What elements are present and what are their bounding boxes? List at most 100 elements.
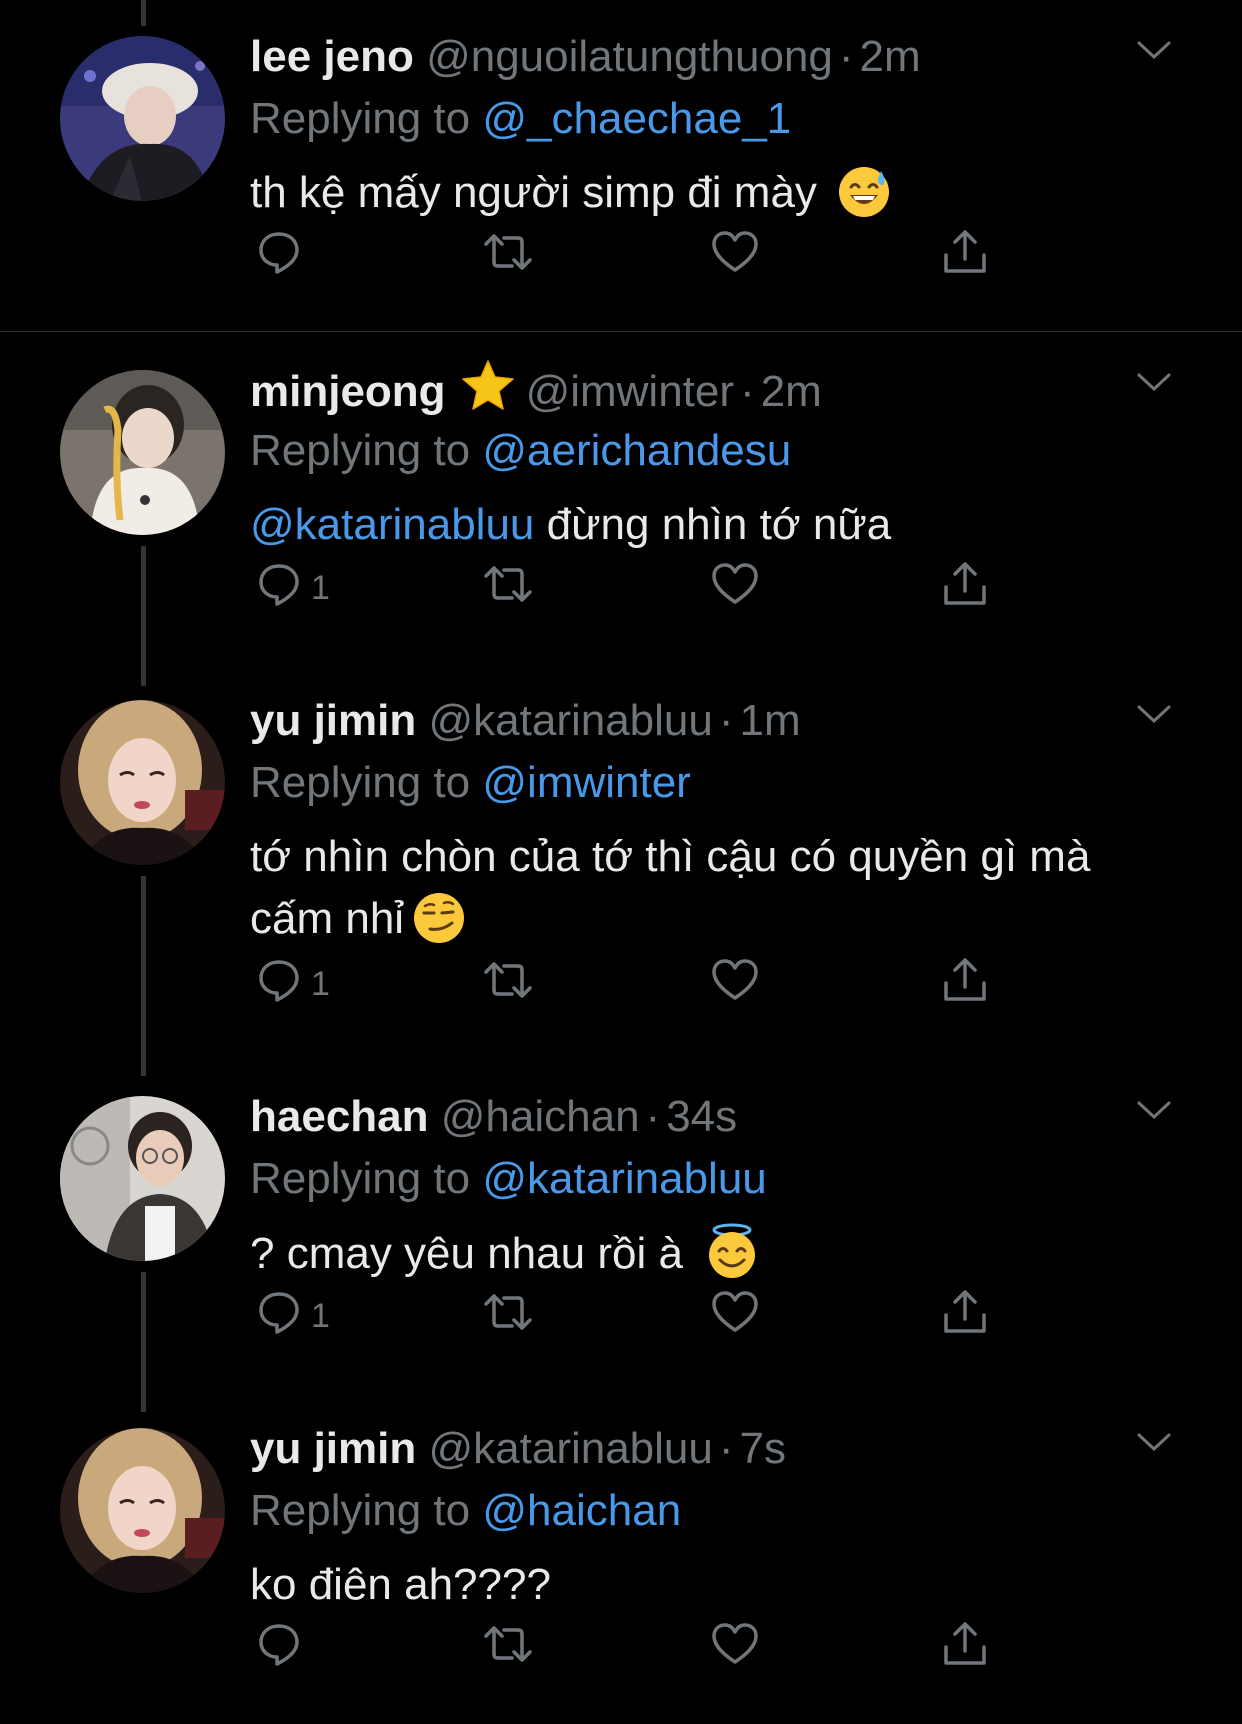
text-mention[interactable]: @katarinabluu: [250, 500, 534, 549]
replying-to: Replying to @aerichandesu: [250, 420, 1182, 482]
timestamp[interactable]: 7s: [740, 1424, 786, 1473]
like-button[interactable]: [710, 1286, 760, 1346]
replying-to: Replying to @katarinabluu: [250, 1148, 1182, 1210]
like-button[interactable]: [710, 1618, 760, 1678]
display-name[interactable]: minjeong: [250, 367, 446, 416]
share-icon: [940, 1619, 990, 1678]
star-badge-icon: [460, 358, 516, 429]
share-icon: [940, 1287, 990, 1346]
like-icon: [710, 560, 760, 617]
user-handle[interactable]: @katarinabluu: [428, 1424, 712, 1473]
retweet-button[interactable]: [480, 226, 536, 286]
share-button[interactable]: [940, 954, 990, 1014]
tweet-actions: [250, 1618, 1010, 1678]
tweet-text: ko điên ah????: [250, 1554, 1182, 1616]
replying-to-label: Replying to: [250, 1486, 471, 1535]
like-icon: [710, 956, 760, 1013]
tweet-actions: 1: [250, 558, 1010, 618]
replying-to-mention[interactable]: @katarinabluu: [482, 1154, 766, 1203]
tweet-text-body: ko điên ah????: [250, 1560, 551, 1609]
display-name[interactable]: lee jeno: [250, 32, 414, 81]
replying-to-mention[interactable]: @aerichandesu: [482, 426, 791, 475]
retweet-button[interactable]: [480, 1286, 536, 1346]
tweet-text-line-2-body: cấm nhỉ: [250, 894, 405, 943]
reply-button[interactable]: 1: [255, 1286, 330, 1346]
reply-button[interactable]: [255, 1618, 311, 1678]
retweet-icon: [480, 560, 536, 617]
display-name[interactable]: haechan: [250, 1092, 429, 1141]
retweet-icon: [480, 1288, 536, 1345]
share-icon: [940, 955, 990, 1014]
separator-dot: ·: [718, 696, 734, 745]
retweet-icon: [480, 1620, 536, 1677]
tweet-actions: 1: [250, 1286, 1010, 1346]
reply-count: 1: [311, 964, 330, 1003]
reply-button[interactable]: 1: [255, 954, 330, 1014]
reply-button[interactable]: 1: [255, 558, 330, 618]
retweet-button[interactable]: [480, 954, 536, 1014]
retweet-icon: [480, 956, 536, 1013]
timestamp[interactable]: 34s: [666, 1092, 737, 1141]
separator-dot: ·: [740, 367, 755, 416]
reply-icon: [255, 1620, 303, 1677]
chevron-down-icon[interactable]: [1136, 1100, 1172, 1127]
reply-count: 1: [311, 1296, 330, 1335]
separator-dot: ·: [718, 1424, 734, 1473]
like-icon: [710, 1620, 760, 1677]
reply-count: 1: [311, 568, 330, 607]
share-icon: [940, 559, 990, 618]
chevron-down-icon[interactable]: [1136, 40, 1172, 67]
chevron-down-icon[interactable]: [1136, 372, 1172, 399]
tweet-text: tớ nhìn chòn của tớ thì cậu có quyền gì …: [250, 826, 1182, 962]
timestamp[interactable]: 2m: [761, 367, 822, 416]
user-handle[interactable]: @imwinter: [526, 367, 734, 416]
tweet-header: yu jimin @katarinabluu · 7s: [250, 1418, 1182, 1480]
like-button[interactable]: [710, 954, 760, 1014]
share-button[interactable]: [940, 226, 990, 286]
tweet-text-body: đừng nhìn tớ nữa: [534, 500, 892, 549]
timestamp[interactable]: 1m: [740, 696, 801, 745]
avatar[interactable]: [60, 1428, 225, 1593]
like-button[interactable]: [710, 558, 760, 618]
user-handle[interactable]: @haichan: [441, 1092, 640, 1141]
avatar[interactable]: [60, 36, 225, 201]
user-handle[interactable]: @nguoilatungthuong: [426, 32, 833, 81]
retweet-button[interactable]: [480, 558, 536, 618]
tweet[interactable]: yu jimin @katarinabluu · 1m Replying to @i…: [0, 690, 1242, 1050]
avatar[interactable]: [60, 700, 225, 865]
tweet[interactable]: lee jeno @nguoilatungthuong · 2m Replying …: [0, 26, 1242, 326]
tweet[interactable]: minjeong @imwinter · 2m Replying to @aeric…: [0, 358, 1242, 658]
reply-icon: [255, 560, 303, 617]
tweet-text-line-1: tớ nhìn chòn của tớ thì cậu có quyền gì …: [250, 832, 1091, 881]
share-button[interactable]: [940, 558, 990, 618]
reply-button[interactable]: [255, 226, 311, 286]
share-button[interactable]: [940, 1618, 990, 1678]
avatar[interactable]: [60, 370, 225, 535]
retweet-button[interactable]: [480, 1618, 536, 1678]
tweet[interactable]: haechan @haichan · 34s Replying to @katari…: [0, 1086, 1242, 1386]
tweet-text-body: th kệ mấy người simp đi mày: [250, 168, 817, 217]
reply-icon: [255, 1288, 303, 1345]
chevron-down-icon[interactable]: [1136, 704, 1172, 731]
like-button[interactable]: [710, 226, 760, 286]
timestamp[interactable]: 2m: [860, 32, 921, 81]
tweet-text: th kệ mấy người simp đi mày: [250, 162, 1182, 236]
user-handle[interactable]: @katarinabluu: [428, 696, 712, 745]
display-name[interactable]: yu jimin: [250, 696, 416, 745]
replying-to-mention[interactable]: @imwinter: [482, 758, 690, 807]
avatar[interactable]: [60, 1096, 225, 1261]
replying-to-mention[interactable]: @haichan: [482, 1486, 681, 1535]
retweet-icon: [480, 228, 536, 285]
share-button[interactable]: [940, 1286, 990, 1346]
separator-dot: ·: [645, 1092, 661, 1141]
share-icon: [940, 227, 990, 286]
replying-to-label: Replying to: [250, 94, 471, 143]
tweet[interactable]: yu jimin @katarinabluu · 7s Replying to @h…: [0, 1418, 1242, 1718]
display-name[interactable]: yu jimin: [250, 1424, 416, 1473]
chevron-down-icon[interactable]: [1136, 1432, 1172, 1459]
smirk-emoji-icon: [412, 891, 466, 962]
replying-to: Replying to @haichan: [250, 1480, 1182, 1542]
replying-to-label: Replying to: [250, 426, 471, 475]
replying-to-mention[interactable]: @_chaechae_1: [482, 94, 791, 143]
replying-to: Replying to @imwinter: [250, 752, 1182, 814]
